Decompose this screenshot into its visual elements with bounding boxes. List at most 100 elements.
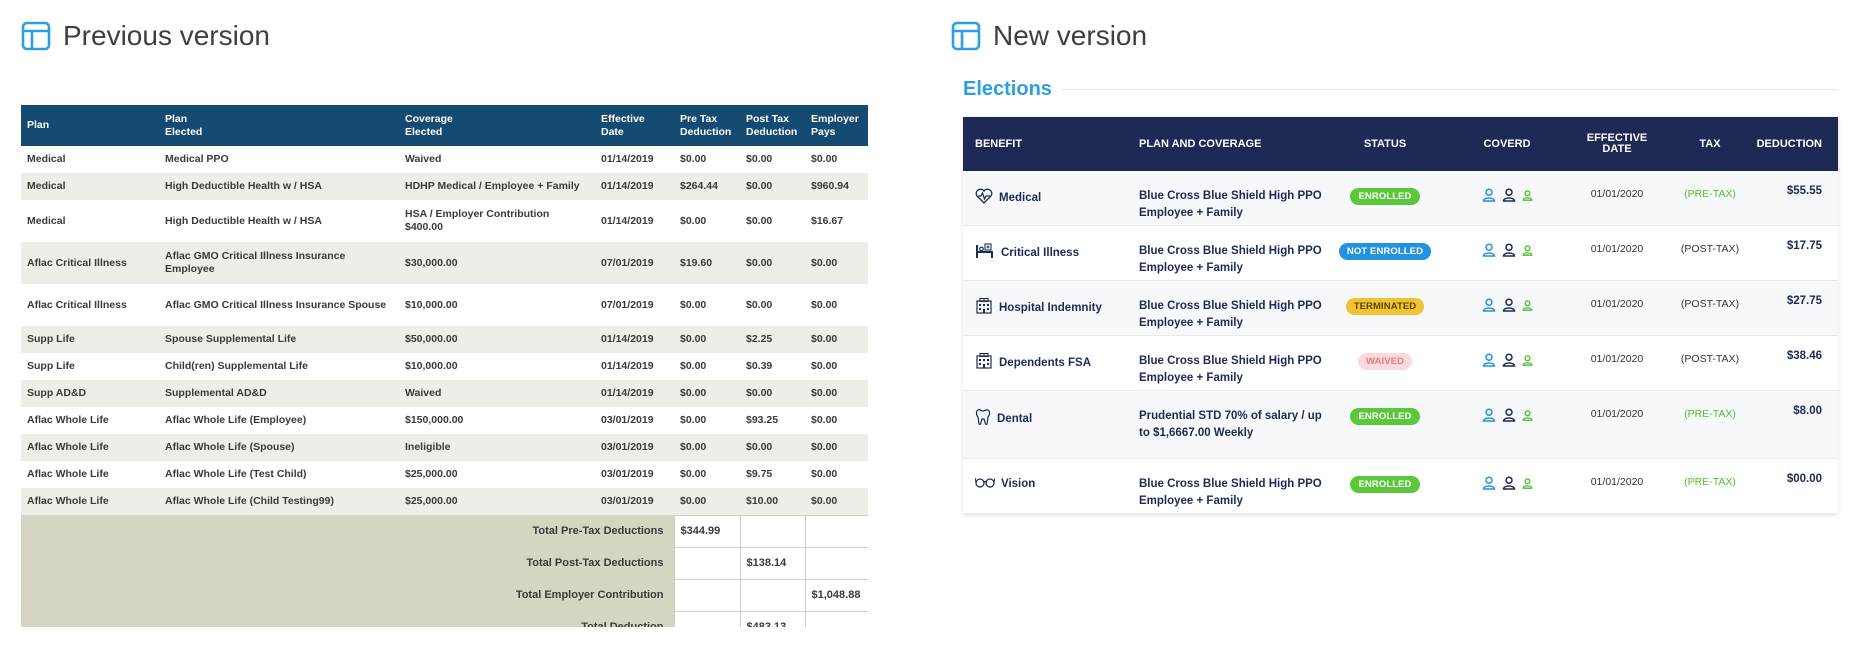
status-badge: ENROLLED [1350, 408, 1420, 425]
column-header: STATUS [1363, 138, 1407, 150]
deduction-amount: $17.75 [1786, 240, 1822, 252]
table-cell: Supp AD&D [21, 380, 159, 407]
table-cell: $16.67 [805, 200, 868, 242]
table-cell: $0.00 [674, 200, 740, 242]
person-icon [1522, 189, 1533, 204]
table-cell: $0.00 [674, 488, 740, 515]
person-icon [1502, 243, 1516, 260]
table-row: Aflac Whole Life Aflac Whole Life (Employ… [21, 407, 868, 434]
table-cell: $19.60 [674, 242, 740, 284]
table-row[interactable]: Medical Blue Cross Blue Shield High PPO E… [963, 171, 1838, 226]
table-cell: $150,000.00 [399, 407, 595, 434]
table-cell: Medical [21, 146, 159, 173]
column-header: Employer Pays [805, 105, 868, 146]
table-cell: $0.00 [674, 146, 740, 173]
table-header-row: BENEFIT PLAN AND COVERAGE STATUS COVERD EFFE… [963, 117, 1838, 171]
table-cell: $10,000.00 [399, 284, 595, 326]
table-cell: Aflac Whole Life (Child Testing99) [159, 488, 399, 515]
table-cell: Aflac Whole Life [21, 461, 159, 488]
person-icon [1482, 408, 1496, 425]
column-header: PLAN AND COVERAGE [1139, 138, 1262, 150]
person-icon [1522, 477, 1533, 492]
column-header: EFFECTIVE DATE [1586, 132, 1648, 155]
totals-value [804, 546, 868, 580]
table-cell: 03/01/2019 [595, 434, 674, 461]
table-cell: Aflac Whole Life (Spouse) [159, 434, 399, 461]
status-cell: ENROLLED [1323, 459, 1447, 493]
table-cell: $93.25 [740, 407, 805, 434]
hospital-building-icon [975, 352, 993, 372]
totals-value: $483.13 [739, 610, 806, 627]
table-cell: HDHP Medical / Employee + Family [399, 173, 595, 200]
totals-value [673, 546, 741, 580]
person-icon [1522, 299, 1533, 314]
benefit-name: Dependents FSA [999, 356, 1092, 369]
totals-label: Total Employer Contribution [21, 579, 674, 611]
table-row[interactable]: Dental Prudential STD 70% of salary / up … [963, 391, 1838, 459]
table-cell: High Deductible Health w / HSA [159, 200, 399, 242]
effective-date: 01/01/2020 [1590, 353, 1644, 365]
deduction-amount: $38.46 [1786, 350, 1822, 362]
benefit-name: Dental [997, 412, 1033, 425]
tax-cell: (POST-TAX) [1667, 226, 1753, 255]
covered-people [1482, 243, 1533, 260]
table-row: Aflac Whole Life Aflac Whole Life (Test C… [21, 461, 868, 488]
table-cell: Aflac Whole Life [21, 407, 159, 434]
table-row: Supp Life Child(ren) Supplemental Life $10… [21, 353, 868, 380]
table-cell: $0.00 [805, 380, 868, 407]
column-header: Pre Tax Deduction [674, 105, 740, 146]
tooth-icon [975, 408, 991, 429]
table-cell: Aflac Whole Life [21, 434, 159, 461]
table-row: Medical High Deductible Health w / HSA HDH… [21, 173, 868, 200]
table-cell: Spouse Supplemental Life [159, 326, 399, 353]
table-cell: 01/14/2019 [595, 146, 674, 173]
table-cell: $0.00 [674, 434, 740, 461]
table-row[interactable]: Dependents FSA Blue Cross Blue Shield Hig… [963, 336, 1838, 391]
effective-date: 01/01/2020 [1590, 408, 1644, 420]
table-row[interactable]: Hospital Indemnity Blue Cross Blue Shield… [963, 281, 1838, 336]
previous-version-title: Previous version [21, 20, 270, 52]
totals-value [739, 578, 806, 612]
covered-cell [1447, 171, 1567, 205]
table-cell: $0.00 [805, 461, 868, 488]
table-cell: Supp Life [21, 326, 159, 353]
tax-label: (PRE-TAX) [1684, 408, 1736, 420]
table-cell: $30,000.00 [399, 242, 595, 284]
totals-value [804, 514, 868, 548]
table-cell: $10,000.00 [399, 353, 595, 380]
plan-coverage: Blue Cross Blue Shield High PPO Employee… [1139, 300, 1322, 329]
table-row: Medical High Deductible Health w / HSA HSA… [21, 200, 868, 242]
benefit-name: Hospital Indemnity [999, 301, 1102, 314]
table-row: Aflac Whole Life Aflac Whole Life (Child … [21, 488, 868, 515]
benefit-name: Vision [1001, 477, 1036, 490]
table-row: Supp Life Spouse Supplemental Life $50,000… [21, 326, 868, 353]
totals-value [739, 514, 806, 548]
hospital-building-icon [975, 297, 993, 317]
totals-value [673, 578, 741, 612]
totals-value: $1,048.88 [804, 578, 868, 612]
table-cell: Waived [399, 146, 595, 173]
table-cell: Medical PPO [159, 146, 399, 173]
table-cell: 01/14/2019 [595, 353, 674, 380]
table-cell: Child(ren) Supplemental Life [159, 353, 399, 380]
benefit-cell: Hospital Indemnity [963, 281, 1139, 317]
table-cell: Waived [399, 380, 595, 407]
table-row[interactable]: Vision Blue Cross Blue Shield High PPO Em… [963, 459, 1838, 514]
table-cell: $0.00 [740, 284, 805, 326]
table-cell: Ineligible [399, 434, 595, 461]
elections-section-header: Elections [963, 78, 1838, 100]
totals-label: Total Pre-Tax Deductions [21, 515, 674, 547]
totals-label: Total Deduction [21, 611, 674, 627]
table-row[interactable]: Critical Illness Blue Cross Blue Shield H… [963, 226, 1838, 281]
benefit-cell: Medical [963, 171, 1139, 207]
totals-row: Total Post-Tax Deductions $138.14 [21, 546, 868, 580]
covered-people [1482, 408, 1533, 425]
table-cell: Medical [21, 173, 159, 200]
covered-people [1482, 188, 1533, 205]
layout-icon [951, 21, 981, 51]
person-icon [1502, 408, 1516, 425]
benefit-name: Medical [999, 191, 1042, 204]
table-cell: $50,000.00 [399, 326, 595, 353]
table-cell: Aflac Critical Illness [21, 284, 159, 326]
table-cell: $0.00 [674, 353, 740, 380]
